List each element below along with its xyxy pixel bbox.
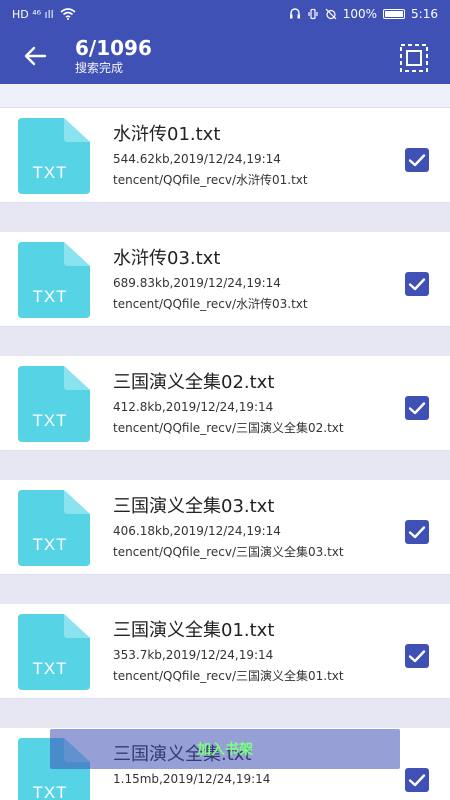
page-title: 6/1096 bbox=[75, 36, 152, 60]
wifi-icon bbox=[60, 8, 76, 20]
file-meta: 406.18kb,2019/12/24,19:14 bbox=[113, 524, 281, 538]
list-top-divider bbox=[0, 84, 450, 108]
txt-file-icon: TXT bbox=[18, 118, 90, 194]
file-path: tencent/QQfile_recv/三国演义全集03.txt bbox=[113, 545, 344, 559]
file-type-label: TXT bbox=[32, 783, 67, 800]
add-to-shelf-button[interactable]: 加入书架 bbox=[50, 729, 400, 769]
file-list: TXT 水浒传01.txt 544.62kb,2019/12/24,19:14 … bbox=[0, 84, 450, 800]
check-icon bbox=[408, 650, 426, 663]
file-checkbox[interactable] bbox=[405, 644, 429, 668]
list-item[interactable]: TXT 三国演义全集01.txt 353.7kb,2019/12/24,19:1… bbox=[0, 604, 450, 698]
status-bar: HD ⁴⁶ ıll 100% 5:16 bbox=[0, 0, 450, 28]
title-group: 6/1096 搜索完成 bbox=[75, 36, 152, 76]
headset-icon bbox=[289, 8, 300, 19]
status-right: 100% 5:16 bbox=[289, 7, 438, 21]
file-type-label: TXT bbox=[32, 163, 67, 182]
check-icon bbox=[408, 154, 426, 167]
select-all-icon bbox=[400, 44, 428, 72]
file-checkbox[interactable] bbox=[405, 768, 429, 792]
check-icon bbox=[408, 774, 426, 787]
file-checkbox[interactable] bbox=[405, 396, 429, 420]
back-button[interactable] bbox=[20, 41, 50, 71]
add-to-shelf-label: 加入书架 bbox=[197, 742, 253, 758]
list-item[interactable]: TXT 水浒传01.txt 544.62kb,2019/12/24,19:14 … bbox=[0, 108, 450, 202]
alarm-off-icon bbox=[325, 8, 337, 20]
list-item[interactable]: TXT 水浒传03.txt 689.83kb,2019/12/24,19:14 … bbox=[0, 232, 450, 326]
file-name: 水浒传01.txt bbox=[113, 124, 221, 145]
file-meta: 412.8kb,2019/12/24,19:14 bbox=[113, 400, 274, 414]
file-meta: 353.7kb,2019/12/24,19:14 bbox=[113, 648, 274, 662]
file-type-label: TXT bbox=[32, 659, 67, 678]
file-path: tencent/QQfile_recv/三国演义全集01.txt bbox=[113, 669, 344, 683]
file-meta: 689.83kb,2019/12/24,19:14 bbox=[113, 276, 281, 290]
list-item[interactable]: TXT 三国演义全集02.txt 412.8kb,2019/12/24,19:1… bbox=[0, 356, 450, 450]
row-divider bbox=[0, 326, 450, 356]
txt-file-icon: TXT bbox=[18, 242, 90, 318]
app-bar: 6/1096 搜索完成 bbox=[0, 28, 450, 84]
select-all-button[interactable] bbox=[398, 42, 430, 74]
status-left: HD ⁴⁶ ıll bbox=[12, 8, 76, 20]
file-checkbox[interactable] bbox=[405, 272, 429, 296]
file-name: 三国演义全集02.txt bbox=[113, 372, 275, 393]
txt-file-icon: TXT bbox=[18, 490, 90, 566]
file-checkbox[interactable] bbox=[405, 148, 429, 172]
file-name: 三国演义全集03.txt bbox=[113, 496, 275, 517]
file-path: tencent/QQfile_recv/水浒传01.txt bbox=[113, 173, 308, 187]
battery-percent: 100% bbox=[342, 7, 378, 21]
page-subtitle: 搜索完成 bbox=[75, 61, 124, 75]
txt-file-icon: TXT bbox=[18, 614, 90, 690]
row-divider bbox=[0, 450, 450, 480]
check-icon bbox=[408, 278, 426, 291]
file-name: 三国演义全集01.txt bbox=[113, 620, 275, 641]
vibrate-icon bbox=[308, 8, 318, 20]
file-path: tencent/QQfile_recv/三国演义全集02.txt bbox=[113, 421, 344, 435]
file-type-label: TXT bbox=[32, 287, 67, 306]
file-type-label: TXT bbox=[32, 411, 67, 430]
file-checkbox[interactable] bbox=[405, 520, 429, 544]
list-item[interactable]: TXT 三国演义全集03.txt 406.18kb,2019/12/24,19:… bbox=[0, 480, 450, 574]
row-divider bbox=[0, 202, 450, 232]
clock: 5:16 bbox=[411, 7, 438, 21]
txt-file-icon: TXT bbox=[18, 366, 90, 442]
row-divider bbox=[0, 698, 450, 728]
file-meta: 1.15mb,2019/12/24,19:14 bbox=[113, 772, 271, 786]
file-name: 水浒传03.txt bbox=[113, 248, 221, 269]
file-path: tencent/QQfile_recv/水浒传03.txt bbox=[113, 297, 308, 311]
signal-icon: HD ⁴⁶ ıll bbox=[12, 7, 54, 21]
check-icon bbox=[408, 402, 426, 415]
file-meta: 544.62kb,2019/12/24,19:14 bbox=[113, 152, 281, 166]
row-divider bbox=[0, 574, 450, 604]
check-icon bbox=[408, 526, 426, 539]
arrow-left-icon bbox=[24, 46, 47, 66]
file-type-label: TXT bbox=[32, 535, 67, 554]
battery-icon bbox=[383, 9, 406, 19]
